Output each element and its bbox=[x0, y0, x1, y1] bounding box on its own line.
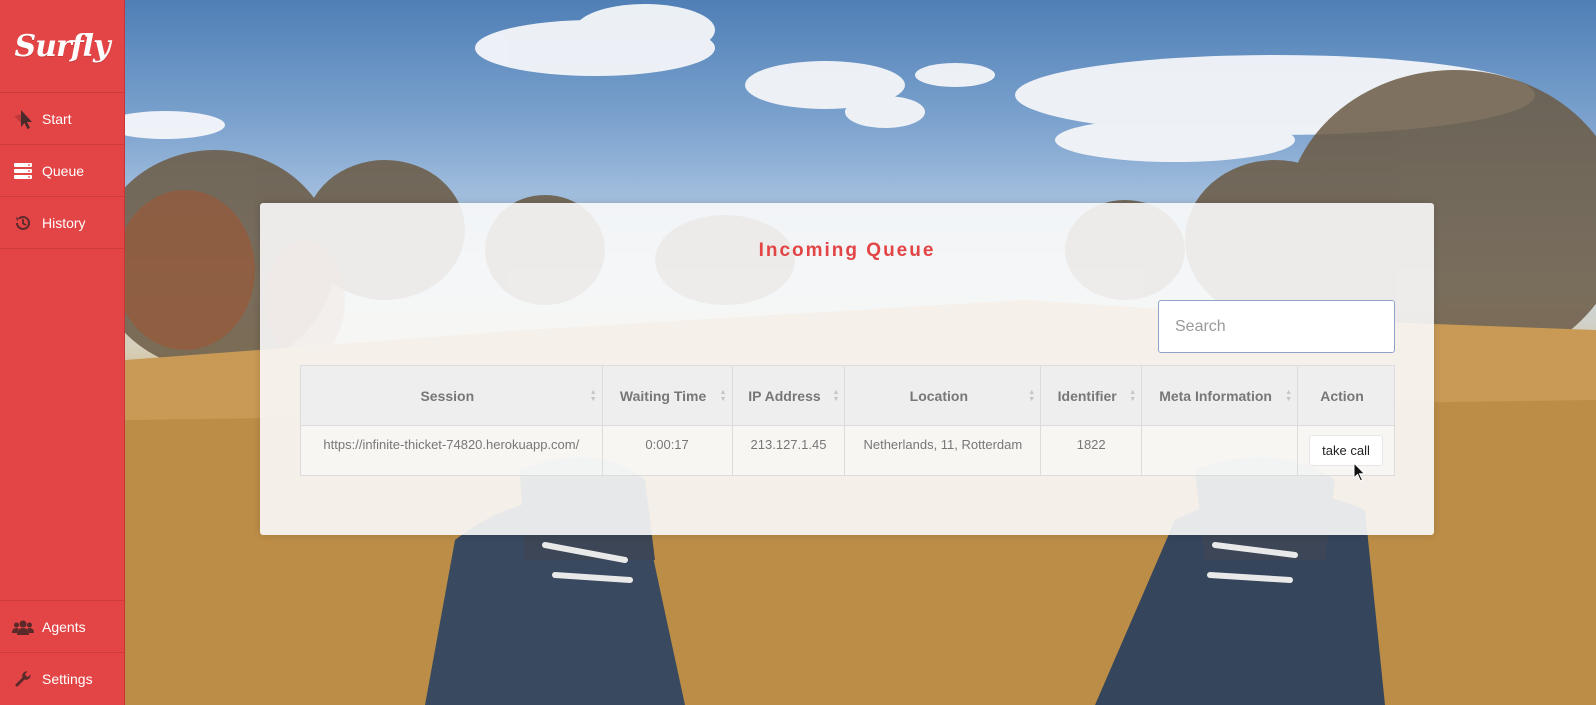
column-header-label: Location bbox=[909, 387, 969, 404]
column-header-label: Waiting Time bbox=[619, 387, 707, 404]
sort-icon: ▲ ▼ bbox=[1129, 388, 1137, 403]
cell-action: take call bbox=[1297, 425, 1395, 476]
column-header-label: Session bbox=[420, 387, 475, 404]
brand-logo[interactable]: Surfly bbox=[0, 0, 124, 93]
cell-session: https://infinite-thicket-74820.herokuapp… bbox=[300, 425, 603, 476]
cell-location: Netherlands, 11, Rotterdam bbox=[844, 425, 1042, 476]
column-header-label: Meta Information bbox=[1159, 387, 1272, 404]
incoming-queue-panel: Incoming Queue Session ▲▼ bbox=[260, 203, 1434, 535]
cursor-arrow-icon bbox=[12, 108, 34, 130]
sidebar-item-label: History bbox=[42, 214, 86, 231]
sort-icon: ▲ ▼ bbox=[1028, 388, 1036, 403]
sidebar-item-label: Settings bbox=[42, 671, 93, 687]
sidebar-item-label: Agents bbox=[42, 618, 86, 635]
panel-title: Incoming Queue bbox=[758, 240, 936, 261]
column-header-meta-information[interactable]: Meta Information ▲ ▼ bbox=[1141, 365, 1299, 426]
history-icon bbox=[12, 212, 34, 234]
wrench-icon bbox=[12, 668, 34, 690]
column-header-identifier[interactable]: Identifier ▲ ▼ bbox=[1040, 365, 1143, 426]
column-header-label: Identifier bbox=[1057, 387, 1117, 404]
cell-ip-address: 213.127.1.45 bbox=[731, 425, 846, 476]
sidebar-item-queue[interactable]: Queue bbox=[0, 145, 124, 197]
sidebar-item-start[interactable]: Start bbox=[0, 93, 124, 145]
table-row: https://infinite-thicket-74820.herokuapp… bbox=[300, 425, 1395, 476]
column-header-ip-address[interactable]: IP Address ▲ ▼ bbox=[731, 365, 846, 426]
sort-icon: ▲ ▼ bbox=[832, 388, 840, 403]
cell-waiting-time: 0:00:17 bbox=[601, 425, 733, 476]
column-header-action: Action bbox=[1297, 365, 1395, 426]
table-header-row: Session ▲ ▼ Waiting Time ▲ ▼ IP Address ▲ ▼… bbox=[300, 365, 1395, 426]
mouse-cursor-icon bbox=[1353, 462, 1366, 482]
column-header-session[interactable]: Session ▲ ▼ bbox=[300, 365, 603, 426]
server-stack-icon bbox=[12, 160, 34, 182]
column-header-location[interactable]: Location ▲ ▼ bbox=[844, 365, 1042, 426]
sort-icon: ▲ ▼ bbox=[1285, 388, 1293, 403]
queue-table: Session ▲ ▼ Waiting Time ▲ ▼ IP Address ▲ ▼… bbox=[300, 365, 1395, 476]
app-root: Surfly Start Queue History Agents Settin… bbox=[0, 0, 1596, 705]
sidebar-item-label: Start bbox=[42, 110, 72, 127]
column-header-waiting-time[interactable]: Waiting Time ▲ ▼ bbox=[601, 365, 733, 426]
sidebar: Surfly Start Queue History Agents Settin… bbox=[0, 0, 125, 705]
column-header-label: IP Address bbox=[748, 387, 821, 404]
column-header-label: Action bbox=[1320, 387, 1364, 404]
users-icon bbox=[12, 616, 34, 638]
brand-logo-text: Surfly bbox=[14, 28, 110, 64]
sort-icon: ▲ ▼ bbox=[719, 388, 727, 403]
sidebar-item-agents[interactable]: Agents bbox=[0, 601, 124, 653]
cell-identifier: 1822 bbox=[1040, 425, 1143, 476]
sidebar-item-label: Queue bbox=[42, 162, 85, 179]
sidebar-item-history[interactable]: History bbox=[0, 197, 124, 249]
sidebar-bottom: Agents Settings bbox=[0, 600, 124, 705]
take-call-button[interactable]: take call bbox=[1309, 435, 1383, 466]
sidebar-item-settings[interactable]: Settings bbox=[0, 653, 124, 705]
search-input[interactable] bbox=[1158, 300, 1395, 353]
sort-icon: ▲ ▼ bbox=[589, 388, 597, 403]
cell-meta-information bbox=[1141, 425, 1299, 476]
